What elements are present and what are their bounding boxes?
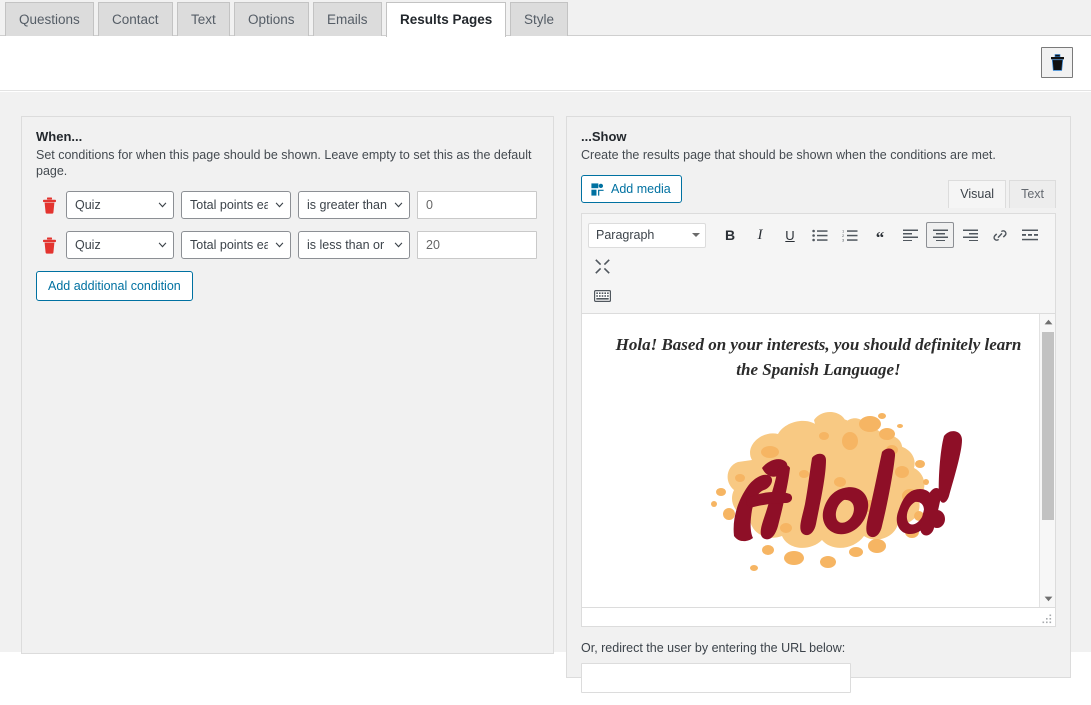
condition-field-wrap: Total points earned: [181, 191, 291, 219]
editor-heading-text: Hola! Based on your interests, you shoul…: [615, 335, 1022, 379]
when-panel-description: Set conditions for when this page should…: [36, 148, 532, 178]
editor-mode-tabs: Visual Text: [948, 180, 1056, 208]
editor-header: Add media Visual Text: [581, 175, 1056, 208]
editor-image-wrap: [582, 386, 1055, 601]
tab-results-pages[interactable]: Results Pages: [386, 2, 507, 37]
condition-operator-wrap: is less than or equal to: [298, 231, 410, 259]
condition-operator-select[interactable]: is less than or equal to: [298, 231, 410, 259]
svg-text:3: 3: [842, 237, 845, 242]
editor-vertical-scrollbar[interactable]: [1039, 314, 1055, 607]
when-panel-title: When...: [36, 129, 83, 144]
results-pages-screen: Questions Contact Text Options Emails Re…: [0, 0, 1091, 693]
trash-icon: [1050, 53, 1064, 71]
tab-contact[interactable]: Contact: [98, 2, 173, 36]
editor-status-bar: [582, 608, 1055, 626]
condition-operator-wrap: is greater than or equal to: [298, 191, 410, 219]
condition-operator-select[interactable]: is greater than or equal to: [298, 191, 410, 219]
tab-visual-editor[interactable]: Visual: [948, 180, 1007, 208]
condition-subject-wrap: Quiz: [66, 231, 174, 259]
condition-subject-select[interactable]: Quiz: [66, 191, 174, 219]
tab-text[interactable]: Text: [177, 2, 230, 36]
media-icon: [591, 182, 604, 196]
condition-row: Quiz Total points earned: [36, 231, 539, 259]
condition-subject-wrap: Quiz: [66, 191, 174, 219]
tab-options[interactable]: Options: [234, 2, 309, 36]
rich-text-editor: Paragraph B I U 1 2 3 “ Hola! Based on y…: [581, 213, 1056, 627]
add-media-label: Add media: [611, 182, 671, 196]
add-additional-condition-button[interactable]: Add additional condition: [36, 271, 193, 301]
format-select-wrap: Paragraph: [588, 222, 714, 248]
align-center-icon[interactable]: [926, 222, 954, 248]
tab-style[interactable]: Style: [510, 2, 569, 36]
align-right-icon[interactable]: [956, 222, 984, 248]
trash-icon: [42, 197, 56, 214]
hola-image: [710, 411, 962, 571]
editor-content-area[interactable]: Hola! Based on your interests, you shoul…: [582, 314, 1055, 608]
condition-field-wrap: Total points earned: [181, 231, 291, 259]
italic-icon[interactable]: I: [746, 222, 774, 248]
show-panel-description: Create the results page that should be s…: [581, 148, 996, 162]
editor-toolbar-row-2: [588, 283, 1049, 309]
insert-link-icon[interactable]: [986, 222, 1014, 248]
delete-condition-button[interactable]: [36, 194, 62, 216]
toolbar-toggle-icon[interactable]: [588, 283, 616, 309]
editor-toolbar: Paragraph B I U 1 2 3 “: [582, 214, 1055, 314]
scroll-down-arrow-icon[interactable]: [1040, 591, 1055, 607]
scrollbar-thumb[interactable]: [1042, 332, 1054, 520]
trash-icon: [42, 237, 56, 254]
condition-field-select[interactable]: Total points earned: [181, 231, 291, 259]
delete-condition-button[interactable]: [36, 234, 62, 256]
page-actions-bar: [0, 36, 1091, 91]
condition-value-input[interactable]: [417, 191, 537, 219]
align-left-icon[interactable]: [896, 222, 924, 248]
redirect-url-input[interactable]: [581, 663, 851, 693]
editor-resize-handle[interactable]: [1041, 613, 1053, 625]
main-tab-bar: Questions Contact Text Options Emails Re…: [0, 0, 1091, 37]
paragraph-format-select[interactable]: Paragraph: [588, 222, 706, 248]
content-area: When... Set conditions for when this pag…: [0, 92, 1091, 693]
tab-emails[interactable]: Emails: [313, 2, 382, 36]
show-panel-title: ...Show: [581, 129, 627, 144]
bulleted-list-icon[interactable]: [806, 222, 834, 248]
condition-subject-select[interactable]: Quiz: [66, 231, 174, 259]
editor-toolbar-row-1: Paragraph B I U 1 2 3 “: [588, 219, 1049, 279]
condition-row: Quiz Total points earned: [36, 191, 539, 219]
tab-questions[interactable]: Questions: [5, 2, 94, 36]
bold-icon[interactable]: B: [716, 222, 744, 248]
read-more-icon[interactable]: [1016, 222, 1044, 248]
add-media-button[interactable]: Add media: [581, 175, 682, 203]
when-panel: When... Set conditions for when this pag…: [21, 116, 554, 654]
redirect-url-label: Or, redirect the user by entering the UR…: [581, 641, 846, 655]
delete-results-page-button[interactable]: [1041, 47, 1073, 78]
condition-value-input[interactable]: [417, 231, 537, 259]
fullscreen-icon[interactable]: [588, 253, 616, 279]
blockquote-icon[interactable]: “: [866, 219, 894, 251]
condition-field-select[interactable]: Total points earned: [181, 191, 291, 219]
numbered-list-icon[interactable]: 1 2 3: [836, 222, 864, 248]
underline-icon[interactable]: U: [776, 222, 804, 248]
show-panel: ...Show Create the results page that sho…: [566, 116, 1071, 693]
tab-text-editor[interactable]: Text: [1009, 180, 1056, 208]
scroll-up-arrow-icon[interactable]: [1040, 314, 1055, 330]
